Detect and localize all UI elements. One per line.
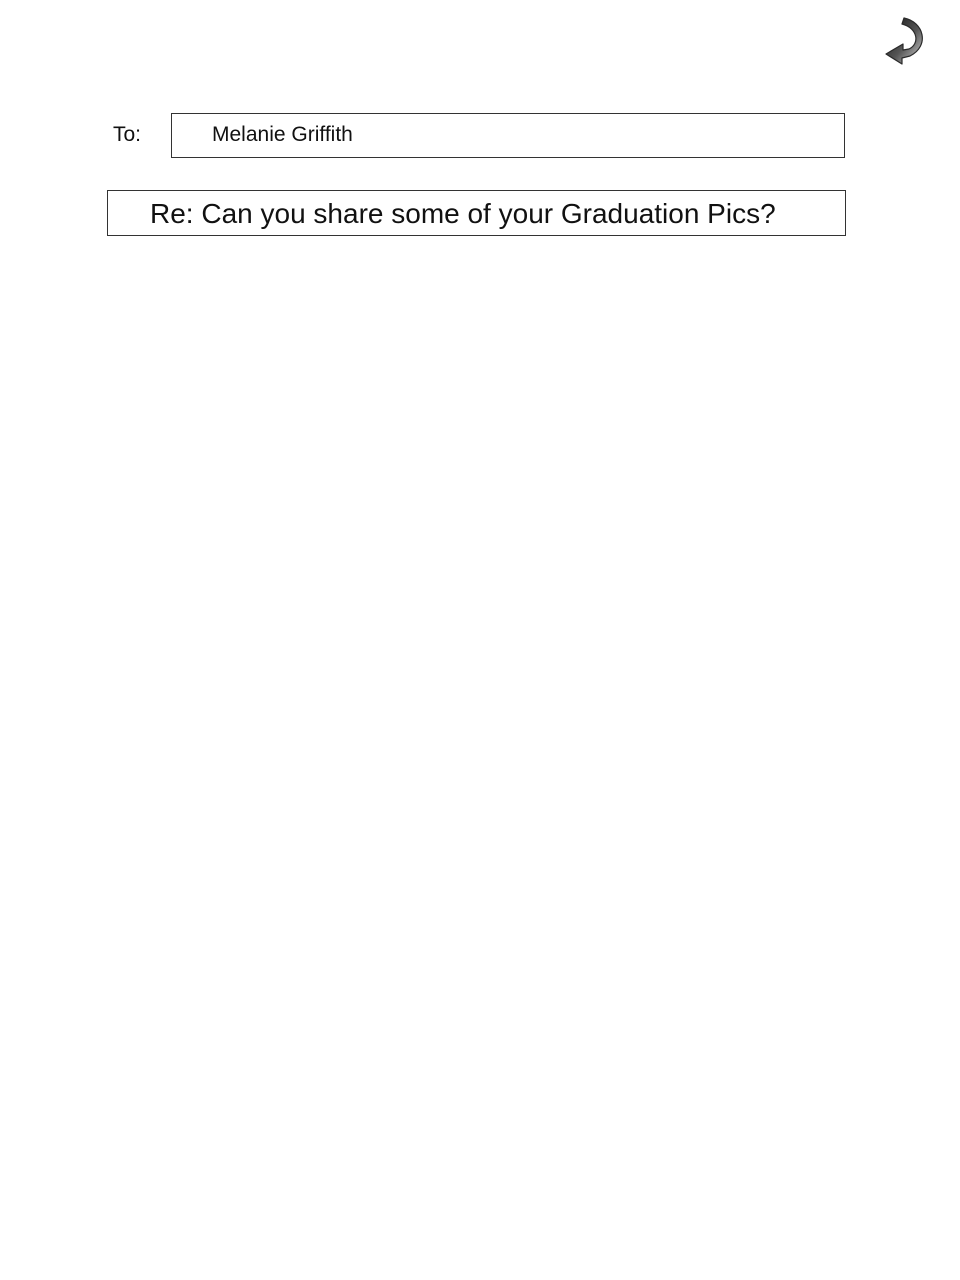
- reply-arrow-icon: [885, 17, 923, 65]
- subject-field[interactable]: Re: Can you share some of your Graduatio…: [107, 190, 846, 236]
- recipient-field[interactable]: Melanie Griffith: [171, 113, 845, 158]
- to-label: To:: [113, 123, 142, 146]
- recipient-value: Melanie Griffith: [212, 123, 353, 146]
- subject-value: Re: Can you share some of your Graduatio…: [150, 198, 776, 229]
- reply-button[interactable]: [882, 14, 932, 68]
